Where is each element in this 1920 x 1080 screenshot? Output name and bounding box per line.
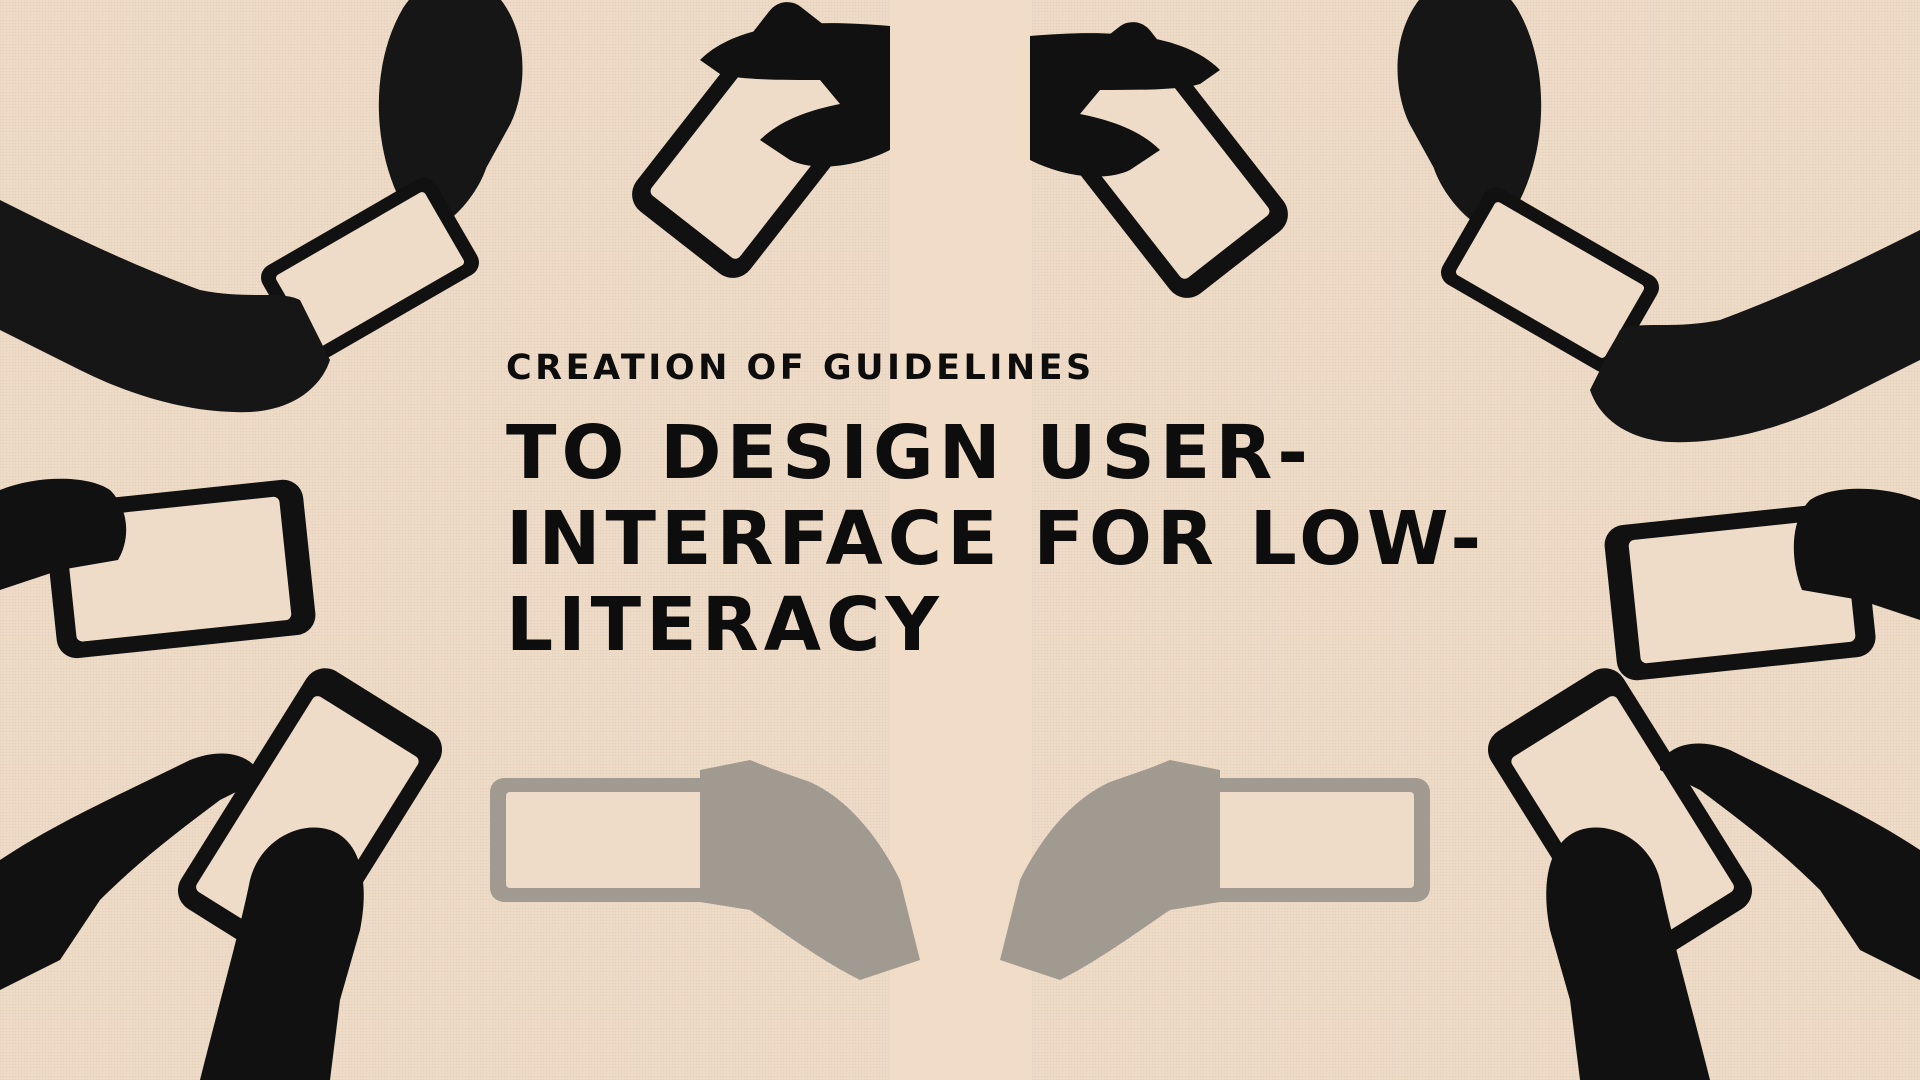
phone-shadow-icon [490, 760, 920, 980]
slide-eyebrow: CREATION OF GUIDELINES [506, 348, 1095, 388]
headline-line: LITERACY [506, 582, 944, 668]
headline-line: TO DESIGN USER- [506, 410, 1314, 496]
title-block: CREATION OF GUIDELINES TO DESIGN USER- I… [506, 346, 1487, 668]
slide-headline: TO DESIGN USER- INTERFACE FOR LOW- LITER… [506, 410, 1487, 668]
hand-holding-phone-icon [0, 0, 548, 413]
slide-canvas: CREATION OF GUIDELINES TO DESIGN USER- I… [0, 0, 1920, 1080]
headline-line: INTERFACE FOR LOW- [506, 496, 1487, 582]
